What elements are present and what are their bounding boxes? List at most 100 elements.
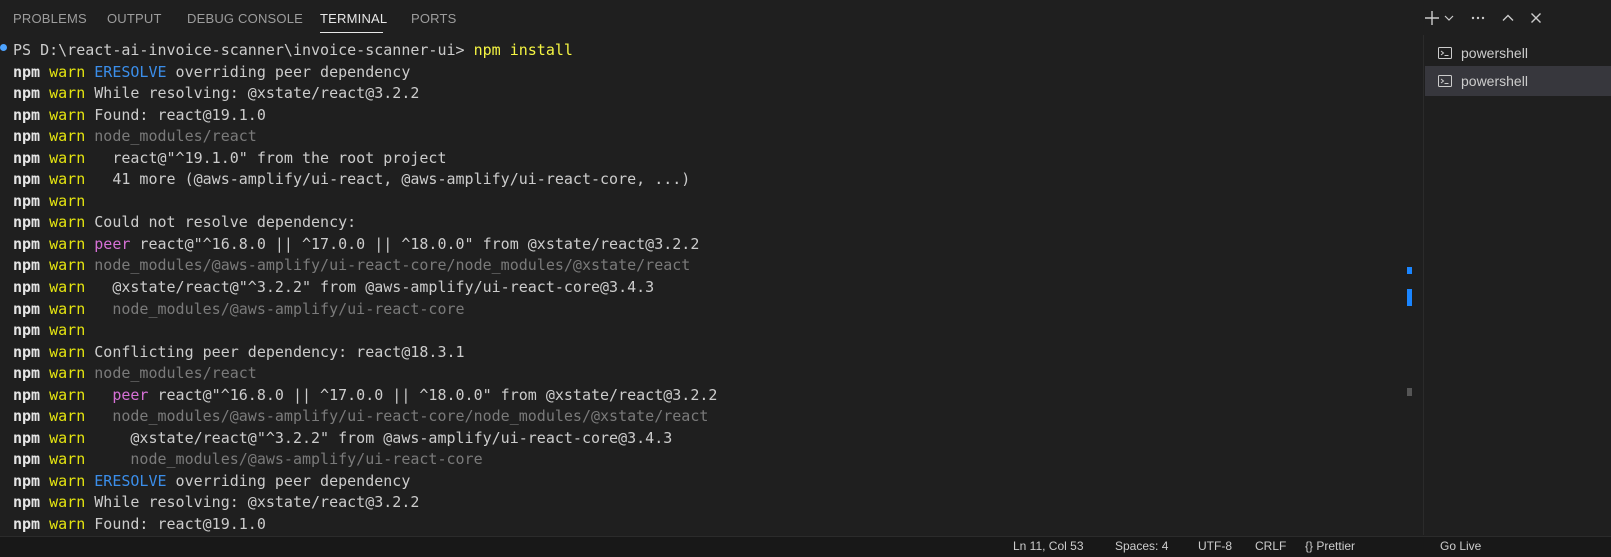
terminal-text: node_modules/@aws-amplify/ui-react-core/…	[112, 407, 709, 426]
warn-label: warn	[49, 342, 86, 361]
npm-label: npm	[13, 493, 41, 512]
terminal-tab-label: powershell	[1461, 45, 1528, 61]
terminal-line: npm warn node_modules/@aws-amplify/ui-re…	[0, 406, 1405, 428]
terminal-line: npm warn While resolving: @xstate/react@…	[0, 83, 1405, 105]
terminal-tabs-list: powershell powershell	[1423, 35, 1611, 535]
npm-label: npm	[13, 278, 41, 297]
terminal-text: overriding peer dependency	[166, 471, 411, 490]
npm-label: npm	[13, 342, 41, 361]
panel-toolbar	[1422, 6, 1548, 30]
npm-label: npm	[13, 321, 41, 340]
terminal-text: node_modules/react	[94, 364, 257, 383]
terminal-line: npm warn node_modules/@aws-amplify/ui-re…	[0, 255, 1405, 277]
warn-label: warn	[49, 299, 86, 318]
npm-label: npm	[13, 84, 41, 103]
terminal-tab-item-active[interactable]: powershell	[1425, 66, 1611, 96]
status-encoding[interactable]: UTF-8	[1198, 539, 1232, 553]
prompt-text: PS D:\react-ai-invoice-scanner\invoice-s…	[13, 41, 465, 59]
warn-label: warn	[49, 148, 86, 167]
terminal-line: npm warn Could not resolve dependency:	[0, 212, 1405, 234]
active-tab-indicator	[320, 32, 383, 33]
terminal-line: npm warn node_modules/@aws-amplify/ui-re…	[0, 299, 1405, 321]
npm-label: npm	[13, 471, 41, 490]
command-text: npm install	[473, 41, 573, 59]
status-go-live[interactable]: Go Live	[1440, 539, 1481, 553]
terminal-line: npm warn Found: react@19.1.0	[0, 105, 1405, 127]
tab-terminal[interactable]: TERMINAL	[320, 11, 387, 26]
new-terminal-button[interactable]	[1422, 6, 1442, 30]
warn-label: warn	[49, 105, 86, 124]
status-cursor-position[interactable]: Ln 11, Col 53	[1013, 539, 1084, 553]
terminal-text: overriding peer dependency	[166, 62, 411, 81]
panel-tab-bar: PROBLEMS OUTPUT DEBUG CONSOLE TERMINAL P…	[0, 0, 1611, 35]
npm-label: npm	[13, 450, 41, 469]
tab-ports[interactable]: PORTS	[411, 11, 457, 26]
maximize-panel-button[interactable]	[1496, 6, 1520, 30]
warn-label: warn	[49, 127, 86, 146]
terminal-tab-item[interactable]: powershell	[1425, 38, 1611, 68]
terminal-line: npm warn Found: react@19.1.0	[0, 514, 1405, 536]
chevron-down-icon	[1444, 15, 1454, 21]
terminal-line: npm warn	[0, 320, 1405, 342]
warn-label: warn	[49, 62, 86, 81]
terminal-line: npm warn ERESOLVE overriding peer depend…	[0, 471, 1405, 493]
terminal-scrollbar[interactable]	[1405, 40, 1415, 535]
npm-label: npm	[13, 62, 41, 81]
terminal-text: react@"^16.8.0 || ^17.0.0 || ^18.0.0" fr…	[130, 234, 700, 253]
terminal-text: ERESOLVE	[94, 471, 167, 490]
terminal-icon	[1438, 47, 1452, 59]
more-actions-button[interactable]	[1466, 6, 1490, 30]
npm-label: npm	[13, 515, 41, 534]
npm-label: npm	[13, 191, 41, 210]
status-eol[interactable]: CRLF	[1255, 539, 1286, 553]
terminal-text: While resolving: @xstate/react@3.2.2	[85, 493, 420, 512]
terminal-line: npm warn @xstate/react@"^3.2.2" from @aw…	[0, 428, 1405, 450]
terminal-output[interactable]: PS D:\react-ai-invoice-scanner\invoice-s…	[0, 40, 1405, 545]
tab-output[interactable]: OUTPUT	[107, 11, 162, 26]
terminal-text: node_modules/@aws-amplify/ui-react-core	[130, 450, 483, 469]
close-panel-button[interactable]	[1524, 6, 1548, 30]
tab-debug-console[interactable]: DEBUG CONSOLE	[187, 11, 303, 26]
terminal-text: peer	[94, 234, 131, 253]
npm-label: npm	[13, 105, 41, 124]
terminal-text: Conflicting peer dependency: react@18.3.…	[85, 342, 465, 361]
status-prettier[interactable]: {} Prettier	[1305, 539, 1355, 553]
warn-label: warn	[49, 364, 86, 383]
terminal-line: npm warn 41 more (@aws-amplify/ui-react,…	[0, 169, 1405, 191]
tab-problems[interactable]: PROBLEMS	[13, 11, 87, 26]
terminal-text: node_modules/@aws-amplify/ui-react-core/…	[94, 256, 691, 275]
terminal-line: npm warn Conflicting peer dependency: re…	[0, 342, 1405, 364]
warn-label: warn	[49, 385, 86, 404]
npm-label: npm	[13, 256, 41, 275]
status-indentation[interactable]: Spaces: 4	[1115, 539, 1168, 553]
terminal-text: react@"^19.1.0" from the root project	[85, 148, 447, 167]
launch-profile-button[interactable]	[1442, 6, 1456, 30]
warn-label: warn	[49, 450, 86, 469]
warn-label: warn	[49, 278, 86, 297]
close-icon	[1531, 13, 1541, 23]
terminal-text: node_modules/react	[94, 127, 257, 146]
terminal-icon	[1438, 75, 1452, 87]
